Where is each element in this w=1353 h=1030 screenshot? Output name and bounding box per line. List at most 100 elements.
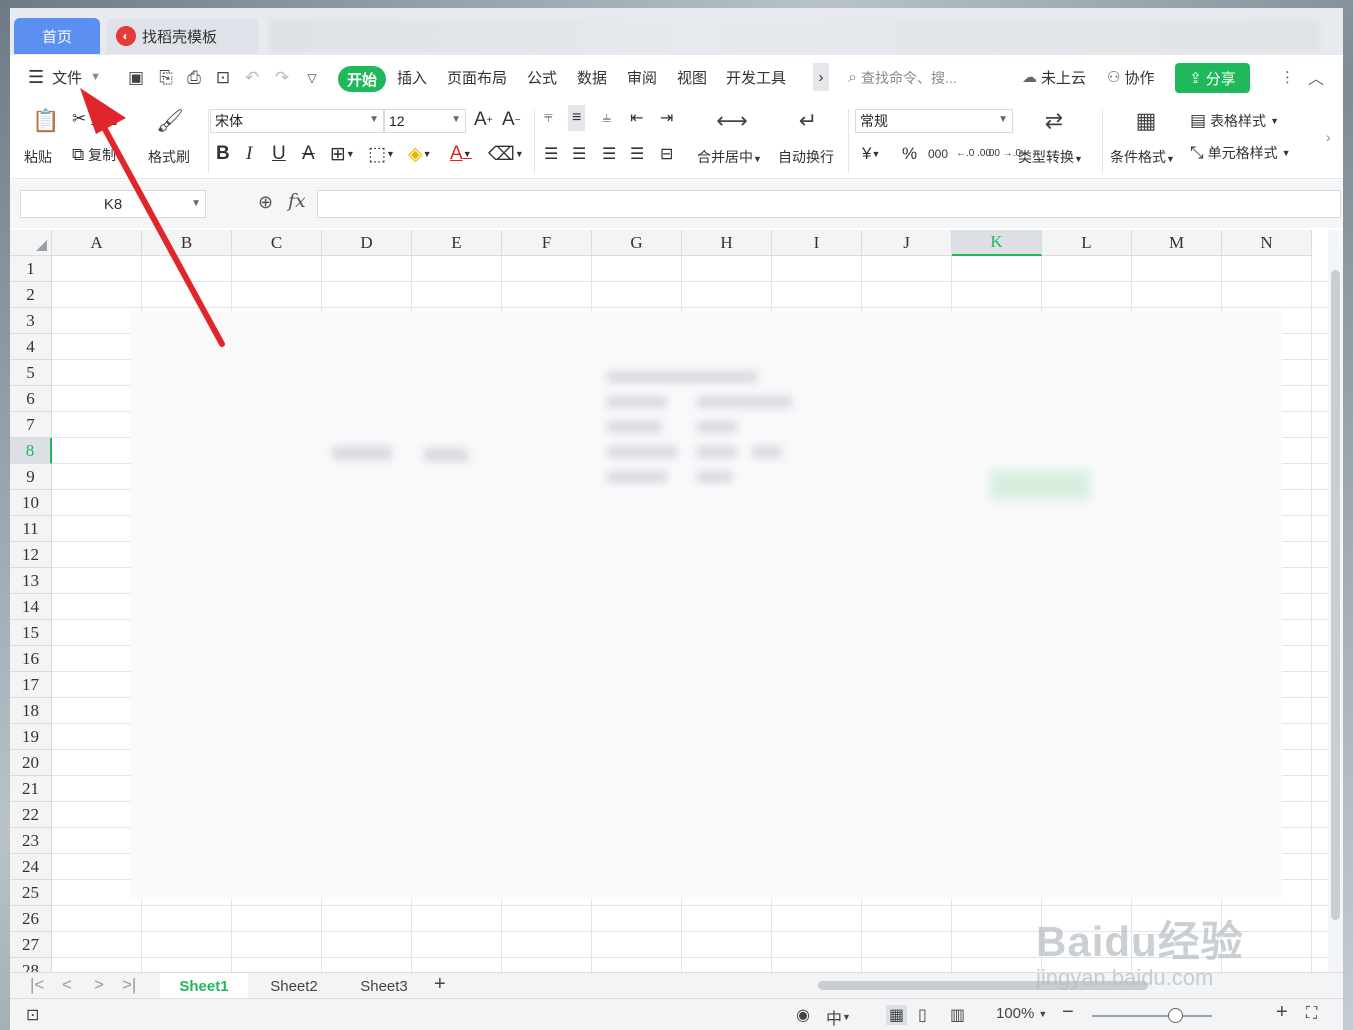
row-header-21[interactable]: 21 bbox=[10, 776, 52, 802]
align-top-icon[interactable]: ⫧ bbox=[544, 105, 553, 131]
prev-sheet-icon[interactable]: < bbox=[62, 975, 72, 995]
currency-icon[interactable]: ¥ ▼ bbox=[862, 141, 880, 167]
insert-function-icon[interactable]: fx bbox=[288, 190, 306, 212]
row-header-28[interactable]: 28 bbox=[10, 958, 52, 972]
align-center-icon[interactable]: ☰ bbox=[572, 141, 586, 167]
print-preview-icon[interactable]: ⊡ bbox=[212, 67, 234, 89]
tab-home[interactable]: 首页 bbox=[14, 18, 100, 54]
row-header-15[interactable]: 15 bbox=[10, 620, 52, 646]
row-header-8[interactable]: 8 bbox=[10, 438, 52, 464]
last-sheet-icon[interactable]: >| bbox=[122, 975, 136, 995]
font-color-icon[interactable]: A ▼ bbox=[450, 141, 472, 167]
input-method-icon[interactable]: 中 ▼ bbox=[826, 1005, 851, 1029]
align-right-icon[interactable]: ☰ bbox=[602, 141, 616, 167]
first-sheet-icon[interactable]: |< bbox=[30, 975, 44, 995]
column-header-a[interactable]: A bbox=[52, 230, 142, 256]
sheet-tab-1[interactable]: Sheet1 bbox=[160, 973, 248, 999]
more-options-icon[interactable]: ⋮ bbox=[1280, 55, 1295, 99]
row-header-18[interactable]: 18 bbox=[10, 698, 52, 724]
redo-icon[interactable]: ↷ bbox=[271, 67, 293, 89]
align-left-icon[interactable]: ☰ bbox=[544, 141, 558, 167]
cell-style-button[interactable]: ⤡ 单元格样式 ▼ bbox=[1190, 143, 1291, 163]
row-header-25[interactable]: 25 bbox=[10, 880, 52, 906]
select-all-corner[interactable] bbox=[10, 230, 52, 256]
column-header-h[interactable]: H bbox=[682, 230, 772, 256]
increase-indent-icon[interactable]: ⇥ bbox=[660, 105, 673, 131]
sheet-tab-3[interactable]: Sheet3 bbox=[340, 973, 428, 999]
thousands-separator-icon[interactable]: 000 bbox=[928, 141, 948, 167]
decrease-font-icon[interactable]: A − bbox=[502, 107, 521, 133]
command-search[interactable]: ⌕ 查找命令、搜... bbox=[848, 66, 957, 90]
print-icon[interactable]: ⎙ bbox=[183, 67, 205, 89]
undo-icon[interactable]: ↶ bbox=[241, 67, 263, 89]
column-header-l[interactable]: L bbox=[1042, 230, 1132, 256]
page-break-view-icon[interactable]: ▥ bbox=[950, 1005, 965, 1025]
align-bottom-icon[interactable]: ⫨ bbox=[602, 105, 611, 131]
column-header-e[interactable]: E bbox=[412, 230, 502, 256]
quick-access-more-icon[interactable]: ▽ bbox=[301, 67, 323, 89]
menu-scroll-right-icon[interactable]: › bbox=[813, 63, 829, 91]
eraser-icon[interactable]: ⌫ ▼ bbox=[488, 141, 524, 167]
row-header-7[interactable]: 7 bbox=[10, 412, 52, 438]
distributed-align-icon[interactable]: ⊟ bbox=[660, 141, 673, 167]
zoom-out-icon[interactable]: − bbox=[1062, 1001, 1074, 1024]
percent-icon[interactable]: % bbox=[902, 141, 917, 167]
column-header-j[interactable]: J bbox=[862, 230, 952, 256]
tab-insert[interactable]: 插入 bbox=[397, 55, 427, 99]
column-header-f[interactable]: F bbox=[502, 230, 592, 256]
row-header-2[interactable]: 2 bbox=[10, 282, 52, 308]
row-header-22[interactable]: 22 bbox=[10, 802, 52, 828]
eye-protection-icon[interactable]: ◉ bbox=[796, 1005, 810, 1025]
tab-view[interactable]: 视图 bbox=[677, 55, 707, 99]
row-header-12[interactable]: 12 bbox=[10, 542, 52, 568]
row-header-23[interactable]: 23 bbox=[10, 828, 52, 854]
zoom-slider-knob[interactable] bbox=[1168, 1008, 1183, 1023]
align-middle-icon[interactable]: ≡ bbox=[568, 105, 586, 131]
row-header-3[interactable]: 3 bbox=[10, 308, 52, 334]
zoom-in-icon[interactable]: + bbox=[1276, 1001, 1288, 1024]
column-header-m[interactable]: M bbox=[1132, 230, 1222, 256]
cloud-status-button[interactable]: ☁ 未上云 bbox=[1022, 55, 1086, 99]
italic-icon[interactable]: I bbox=[246, 141, 252, 167]
number-format-select[interactable]: 常规 ▼ bbox=[855, 109, 1013, 133]
row-header-9[interactable]: 9 bbox=[10, 464, 52, 490]
formula-input[interactable] bbox=[317, 190, 1341, 218]
row-header-13[interactable]: 13 bbox=[10, 568, 52, 594]
row-header-1[interactable]: 1 bbox=[10, 256, 52, 282]
row-header-5[interactable]: 5 bbox=[10, 360, 52, 386]
tab-formula[interactable]: 公式 bbox=[527, 55, 557, 99]
increase-font-icon[interactable]: A + bbox=[474, 107, 493, 133]
tab-template-store[interactable]: ◐ 找稻壳模板 bbox=[106, 18, 258, 54]
row-header-16[interactable]: 16 bbox=[10, 646, 52, 672]
decrease-indent-icon[interactable]: ⇤ bbox=[630, 105, 643, 131]
ribbon-scroll-right-icon[interactable]: › bbox=[1326, 129, 1331, 145]
cell-style-shortcut-icon[interactable]: ⬚ ▼ bbox=[368, 141, 395, 167]
collaborate-button[interactable]: ⚇ 协作 bbox=[1107, 55, 1154, 99]
sheet-tab-2[interactable]: Sheet2 bbox=[250, 973, 338, 999]
paste-button[interactable]: 📋 bbox=[24, 103, 68, 139]
table-style-button[interactable]: ▤ 表格样式 ▼ bbox=[1190, 111, 1279, 131]
strikethrough-icon[interactable]: A bbox=[302, 141, 315, 167]
decrease-decimal-icon[interactable]: .00 →.0 bbox=[986, 141, 1021, 167]
collapse-ribbon-icon[interactable]: ︿ bbox=[1308, 55, 1324, 99]
row-header-6[interactable]: 6 bbox=[10, 386, 52, 412]
row-header-11[interactable]: 11 bbox=[10, 516, 52, 542]
tab-review[interactable]: 审阅 bbox=[627, 55, 657, 99]
row-header-24[interactable]: 24 bbox=[10, 854, 52, 880]
merge-center-button[interactable]: ⟷ bbox=[712, 105, 752, 137]
column-header-d[interactable]: D bbox=[322, 230, 412, 256]
cut-button[interactable]: ✂ 剪切 bbox=[72, 107, 118, 131]
row-header-17[interactable]: 17 bbox=[10, 672, 52, 698]
normal-view-icon[interactable]: ▦ bbox=[886, 1005, 908, 1025]
export-icon[interactable]: ⎘ bbox=[155, 67, 177, 89]
column-header-b[interactable]: B bbox=[142, 230, 232, 256]
zoom-level-select[interactable]: 100% ▼ bbox=[996, 1005, 1047, 1022]
underline-icon[interactable]: U bbox=[272, 141, 286, 167]
type-convert-button[interactable]: ⇄ bbox=[1032, 105, 1076, 137]
next-sheet-icon[interactable]: > bbox=[94, 975, 104, 995]
row-header-4[interactable]: 4 bbox=[10, 334, 52, 360]
border-icon[interactable]: ⊞ ▼ bbox=[330, 141, 355, 167]
column-header-k[interactable]: K bbox=[952, 230, 1042, 256]
row-header-19[interactable]: 19 bbox=[10, 724, 52, 750]
row-header-26[interactable]: 26 bbox=[10, 906, 52, 932]
